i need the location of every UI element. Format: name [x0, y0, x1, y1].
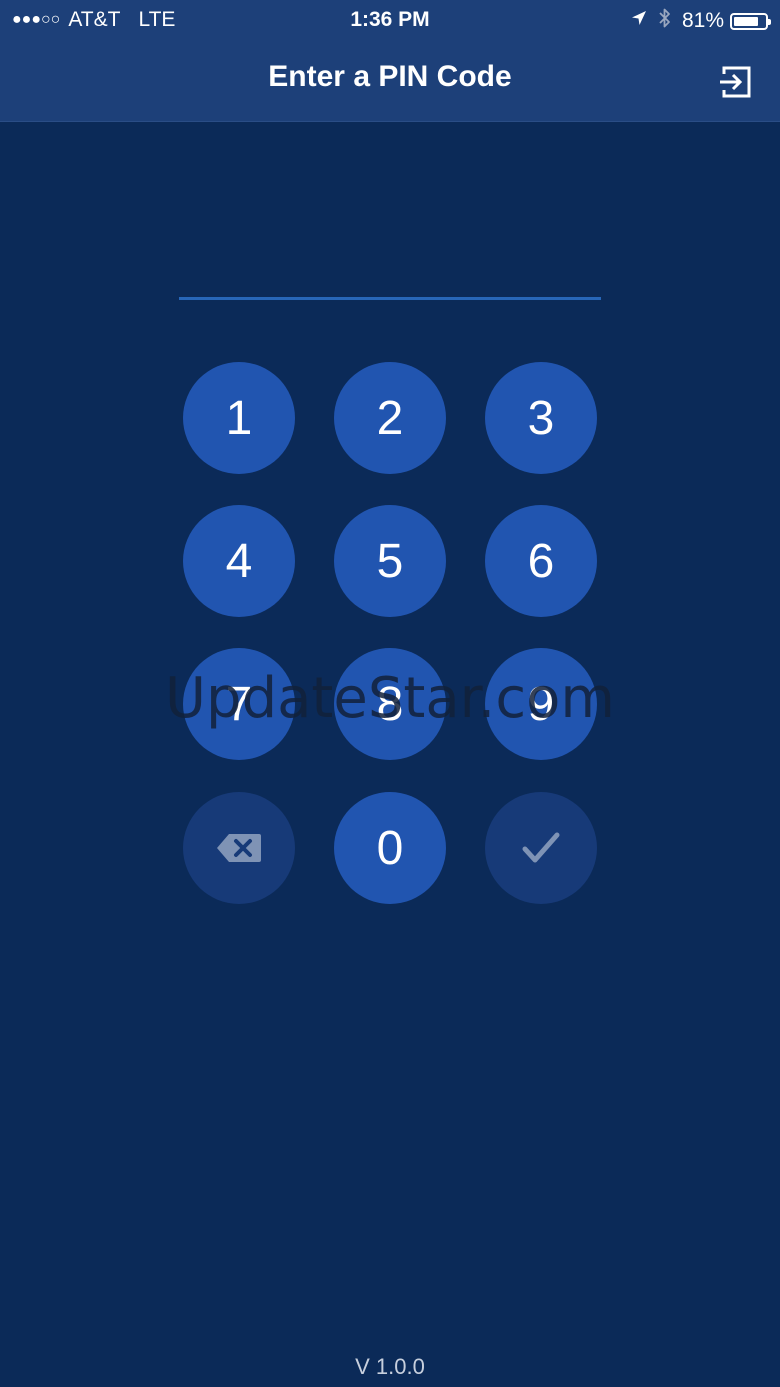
key-2[interactable]: 2: [334, 362, 446, 474]
key-0[interactable]: 0: [334, 792, 446, 904]
battery-icon: [730, 12, 771, 30]
logout-icon: [720, 66, 751, 98]
delete-button[interactable]: [183, 792, 295, 904]
backspace-icon: [217, 834, 261, 862]
checkmark-icon: [522, 832, 560, 863]
page-title: Enter a PIN Code: [268, 60, 512, 93]
bluetooth-icon: [658, 7, 672, 35]
version-label: V 1.0.0: [355, 1354, 425, 1379]
key-9[interactable]: 9: [485, 648, 597, 760]
key-6[interactable]: 6: [485, 505, 597, 617]
status-bar: ●●●○○ AT&T LTE 1:36 PM 81%: [0, 0, 780, 40]
key-5[interactable]: 5: [334, 505, 446, 617]
status-right: 81%: [630, 7, 771, 35]
key-4[interactable]: 4: [183, 505, 295, 617]
location-arrow-icon: [630, 9, 648, 33]
pin-underline: [179, 297, 601, 300]
battery-percent: 81%: [681, 9, 724, 32]
logout-button[interactable]: [716, 62, 756, 102]
key-1[interactable]: 1: [183, 362, 295, 474]
key-7[interactable]: 7: [183, 648, 295, 760]
pin-input[interactable]: [179, 240, 605, 296]
navigation-bar: ●●●○○ AT&T LTE 1:36 PM 81% Enter a PIN C…: [0, 0, 780, 122]
battery-cap: [768, 18, 771, 25]
battery-fill: [734, 16, 758, 26]
confirm-button[interactable]: [485, 792, 597, 904]
key-3[interactable]: 3: [485, 362, 597, 474]
key-8[interactable]: 8: [334, 648, 446, 760]
